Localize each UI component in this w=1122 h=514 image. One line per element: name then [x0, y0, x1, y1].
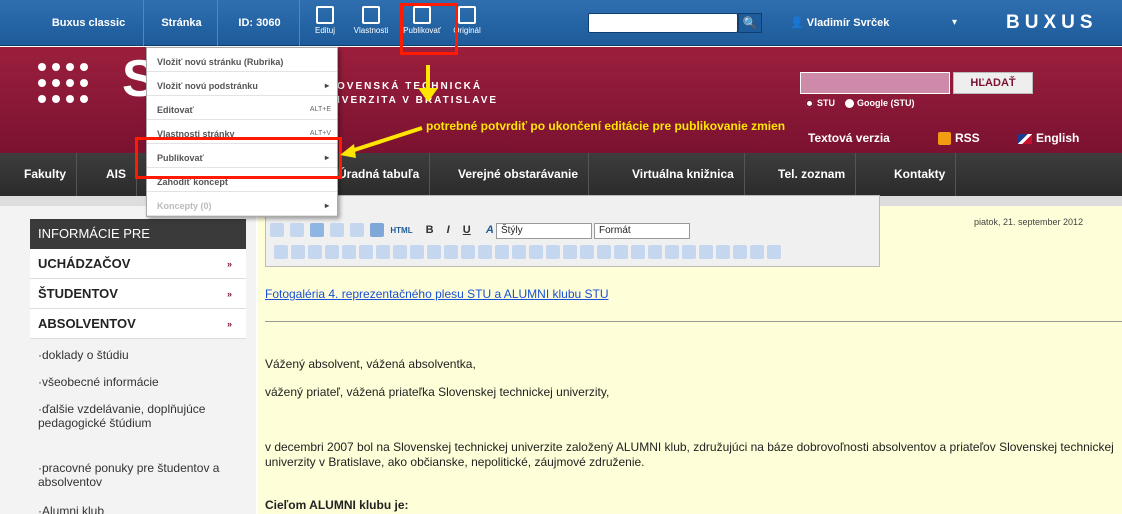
- edit-tool-label: Edituj: [314, 26, 335, 35]
- menu-item-new-page[interactable]: Vložiť novú stránku (Rubrika): [147, 52, 337, 72]
- search-scope: STU Google (STU): [805, 98, 915, 109]
- rss-label: RSS: [955, 131, 980, 145]
- stu-logo-dots-icon: [38, 55, 118, 115]
- english-link[interactable]: English: [1018, 131, 1079, 145]
- screen: Buxus classic Stránka ID: 3060 Edituj Vl…: [0, 0, 1122, 514]
- chevron-right-icon: ▸: [324, 201, 329, 210]
- highlight-publish-tool: [400, 3, 458, 55]
- shortcut-label: ALT+E: [309, 106, 331, 113]
- uk-flag-icon: [1018, 133, 1032, 144]
- sidebar-subitem[interactable]: ·doklady o štúdiu: [38, 348, 238, 362]
- content-divider: [265, 321, 1122, 322]
- sidebar-subitem[interactable]: ·ďalšie vzdelávanie, doplňujúce pedagogi…: [38, 402, 238, 430]
- editor-toolbar-row-2: [274, 245, 784, 263]
- page-dropdown-menu: Vložiť novú stránku (Rubrika) Vložiť nov…: [146, 47, 338, 217]
- italic-button[interactable]: I: [447, 224, 450, 236]
- sidebar-title: INFORMÁCIE PRE: [30, 219, 246, 249]
- sidebar-item-uchadzacov[interactable]: UCHÁDZAČOV »: [30, 249, 246, 279]
- sidebar-subitem[interactable]: ·pracovné ponuky pre študentov a absolve…: [38, 461, 238, 489]
- original-icon: [458, 6, 476, 24]
- html-source-button[interactable]: HTML: [390, 226, 412, 235]
- menu-stranka[interactable]: Stránka: [146, 0, 218, 46]
- search-button[interactable]: HĽADAŤ: [953, 72, 1033, 94]
- highlight-publish-menu: [135, 137, 342, 179]
- styles-select[interactable]: Štýly: [496, 223, 592, 239]
- radio-stu-label: STU: [817, 98, 835, 108]
- font-color-icon[interactable]: A: [486, 224, 494, 236]
- editor-toolbar-row-1: HTML B I U A: [270, 223, 494, 241]
- unlink-icon[interactable]: [350, 223, 365, 237]
- nav-item-tel-zoznam[interactable]: Tel. zoznam: [768, 153, 857, 196]
- annotation-arrow-left-icon: [340, 126, 423, 158]
- radio-google-label: Google (STU): [857, 98, 915, 108]
- menu-item-edit[interactable]: Editovať ALT+E: [147, 100, 337, 120]
- nav-item-ais[interactable]: AIS: [96, 153, 138, 196]
- link-icon[interactable]: [330, 223, 345, 237]
- chevron-down-icon[interactable]: ▾: [952, 0, 957, 46]
- content-paragraph: vážený priateľ, vážená priateľka Slovens…: [265, 385, 610, 399]
- undo-icon[interactable]: [270, 223, 284, 237]
- menu-item-drafts: Koncepty (0) ▸: [147, 196, 337, 216]
- admin-toolbar: Buxus classic Stránka ID: 3060 Edituj Vl…: [0, 0, 1122, 46]
- nav-item-fakulty[interactable]: Fakulty: [14, 153, 78, 196]
- chevron-right-icon: »: [226, 259, 232, 269]
- user-icon: 👤: [790, 17, 804, 29]
- menu-item-new-subpage[interactable]: Vložiť novú podstránku ▸: [147, 76, 337, 96]
- gallery-link[interactable]: Fotogaléria 4. reprezentačného plesu STU…: [265, 287, 609, 301]
- sidebar-item-label: ABSOLVENTOV: [38, 316, 136, 331]
- user-menu[interactable]: 👤 Vladimír Svrček: [790, 0, 889, 46]
- content-paragraph: Vážený absolvent, vážená absolventka,: [265, 357, 476, 371]
- university-name-line1: OVENSKÁ TECHNICKÁ: [337, 81, 483, 92]
- radio-google[interactable]: [845, 99, 855, 109]
- sidebar-item-label: ŠTUDENTOV: [38, 286, 118, 301]
- radio-stu[interactable]: [805, 99, 814, 109]
- sidebar-subitem[interactable]: ·Alumni klub: [38, 504, 238, 514]
- underline-button[interactable]: U: [463, 224, 471, 236]
- bold-button[interactable]: B: [426, 224, 434, 236]
- buxus-logo: BUXUS: [1006, 12, 1098, 33]
- admin-search-input[interactable]: [588, 13, 738, 33]
- nav-item-verejne-obstaravanie[interactable]: Verejné obstarávanie: [448, 153, 590, 196]
- content-paragraph: v decembri 2007 bol na Slovenskej techni…: [265, 440, 1114, 469]
- annotation-text: potrebné potvrdiť po ukončení editácie p…: [426, 119, 786, 133]
- page-id-label: ID: 3060: [220, 0, 300, 46]
- redo-icon[interactable]: [290, 223, 305, 237]
- menu-buxus-classic[interactable]: Buxus classic: [34, 0, 144, 46]
- sidebar-item-label: UCHÁDZAČOV: [38, 256, 131, 271]
- search-icon[interactable]: 🔍: [738, 13, 762, 33]
- content-heading: Cieľom ALUMNI klubu je:: [265, 498, 409, 512]
- sidebar-item-studentov[interactable]: ŠTUDENTOV »: [30, 279, 246, 309]
- text-version-link[interactable]: Textová verzia: [808, 131, 890, 145]
- format-select[interactable]: Formát: [594, 223, 690, 239]
- properties-tool-label: Vlastnosti: [353, 26, 389, 35]
- edit-tool-button[interactable]: Edituj: [306, 4, 344, 42]
- properties-tool-button[interactable]: Vlastnosti: [352, 4, 390, 42]
- english-label: English: [1036, 131, 1080, 145]
- properties-icon: [362, 6, 380, 24]
- nav-item-virtualna-kniznica[interactable]: Virtuálna knižnica: [622, 153, 745, 196]
- sidebar-subitem[interactable]: ·všeobecné informácie: [38, 375, 238, 389]
- sidebar-item-absolventov[interactable]: ABSOLVENTOV »: [30, 309, 246, 339]
- annotation-arrow-head-icon: [418, 88, 438, 102]
- edit-icon: [316, 6, 334, 24]
- rss-link[interactable]: RSS: [938, 131, 980, 146]
- chevron-right-icon: ▸: [324, 81, 329, 90]
- anchor-icon[interactable]: [370, 223, 385, 237]
- rss-icon: [938, 132, 951, 146]
- chevron-right-icon: »: [226, 289, 232, 299]
- nav-item-kontakty[interactable]: Kontakty: [884, 153, 957, 196]
- user-name: Vladimír Svrček: [806, 17, 890, 29]
- current-date: piatok, 21. september 2012: [974, 217, 1084, 227]
- chevron-right-icon: »: [226, 319, 232, 329]
- image-icon[interactable]: [310, 223, 325, 237]
- site-search-input[interactable]: [800, 72, 950, 94]
